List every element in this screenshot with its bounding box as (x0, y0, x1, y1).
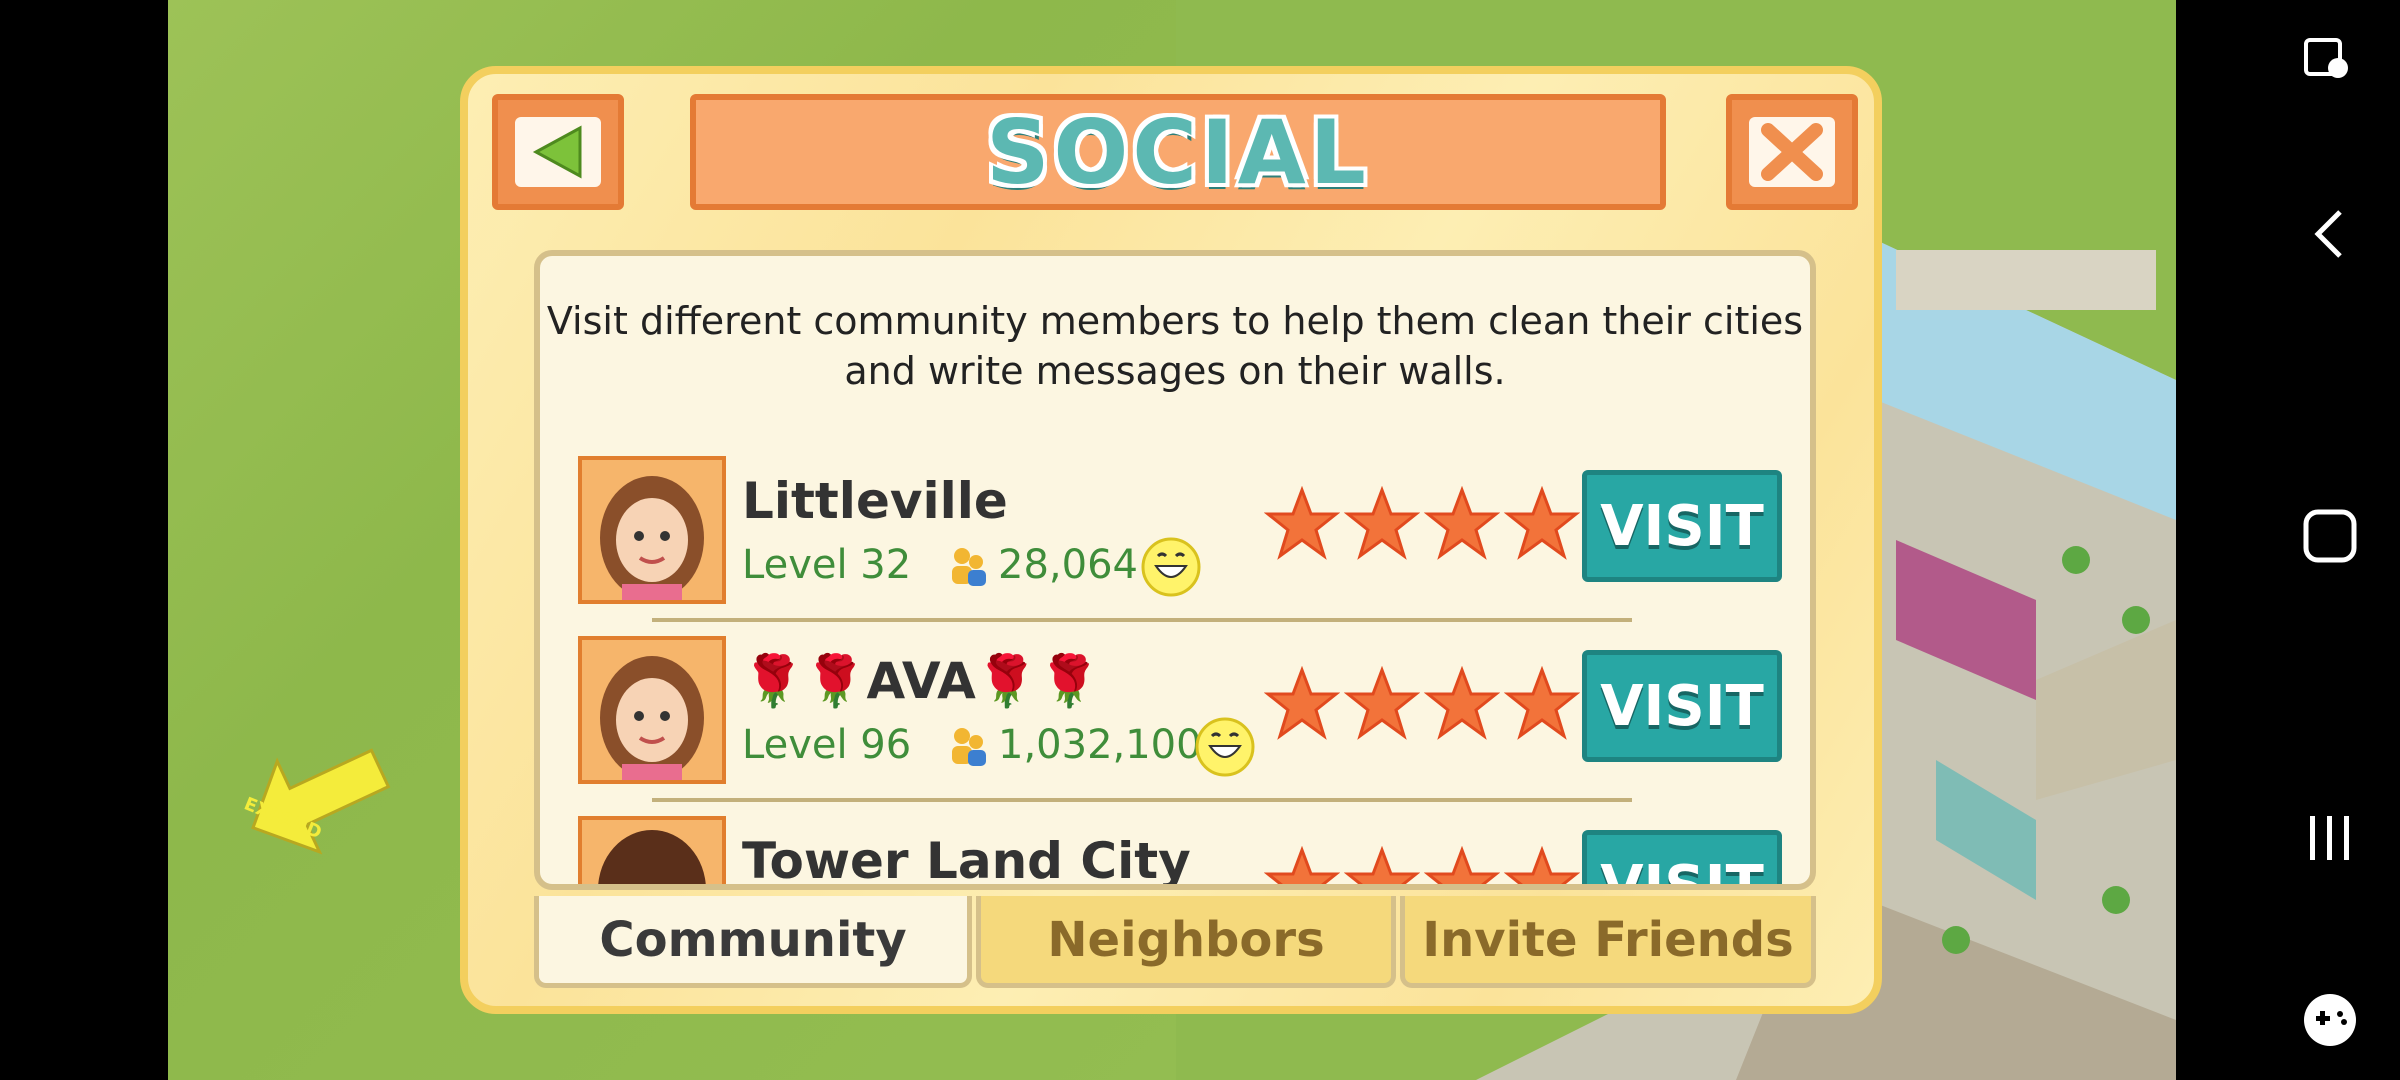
list-item: 🌹🌹AVA🌹🌹 Level 96 1,032,100 VISIT (578, 636, 1788, 786)
star-icon (1344, 666, 1420, 740)
home-square-icon (2303, 509, 2357, 563)
gamepad-icon (2304, 994, 2356, 1046)
star-icon (1504, 846, 1580, 884)
touch-hand-icon (2304, 38, 2348, 78)
dialog-title: SOCIAL (986, 100, 1370, 204)
close-button[interactable] (1726, 94, 1858, 210)
member-population: 1,032,100 (998, 722, 1202, 768)
back-arrow-icon (532, 125, 582, 179)
avatar (578, 816, 726, 884)
list-item: Littleville Level 32 28,064 VISIT (578, 456, 1788, 606)
visit-button[interactable]: VISIT (1582, 650, 1782, 762)
rating-stars (1264, 846, 1580, 884)
panel-description: Visit different community members to hel… (546, 299, 1804, 393)
avatar-girl-icon (582, 640, 722, 780)
avatar-person-icon (582, 820, 722, 884)
member-population: 28,064 (998, 542, 1138, 588)
tab-community[interactable]: Community (534, 896, 972, 988)
avatar-girl-icon (582, 460, 722, 600)
star-icon (1264, 486, 1340, 560)
star-icon (1504, 486, 1580, 560)
star-icon (1344, 486, 1420, 560)
member-name: 🌹🌹AVA🌹🌹 (742, 652, 1101, 710)
member-name: Littleville (742, 472, 1008, 530)
visit-button[interactable]: VISIT (1582, 470, 1782, 582)
visit-button[interactable]: VISIT (1582, 830, 1782, 884)
avatar (578, 456, 726, 604)
member-name: Tower Land City (742, 832, 1191, 890)
screenshot-touch-button[interactable] (2290, 20, 2370, 100)
population-icon (952, 548, 986, 586)
tab-invite-friends[interactable]: Invite Friends (1400, 896, 1816, 988)
tab-neighbors[interactable]: Neighbors (976, 896, 1396, 988)
member-level: Level 32 (742, 542, 912, 588)
rating-stars (1264, 486, 1580, 562)
star-icon (1344, 846, 1420, 884)
star-icon (1264, 846, 1340, 884)
star-icon (1264, 666, 1340, 740)
list-item: Tower Land City VISIT (578, 816, 1788, 890)
back-button[interactable] (492, 94, 624, 210)
chevron-left-icon (2314, 210, 2342, 258)
rating-stars (1264, 666, 1580, 742)
social-dialog: SOCIAL Visit different community members… (460, 66, 1882, 1014)
back-nav-button[interactable] (2290, 194, 2370, 274)
community-list-panel[interactable]: Visit different community members to hel… (534, 250, 1816, 890)
tab-bar: Community Neighbors Invite Friends (534, 896, 1816, 988)
star-icon (1424, 666, 1500, 740)
arrow-down-left-icon (251, 748, 391, 855)
star-icon (1424, 486, 1500, 560)
member-level: Level 96 (742, 722, 912, 768)
row-divider (652, 618, 1632, 622)
game-tools-button[interactable] (2290, 980, 2370, 1060)
population-icon (952, 728, 986, 766)
title-bar: SOCIAL (690, 94, 1666, 210)
happy-face-icon (1141, 537, 1201, 597)
star-icon (1504, 666, 1580, 740)
recents-nav-button[interactable] (2290, 798, 2370, 878)
avatar (578, 636, 726, 784)
close-x-icon (1761, 123, 1823, 181)
star-icon (1424, 846, 1500, 884)
expand-arrow[interactable]: EXPAND (236, 736, 406, 856)
happy-face-icon (1195, 717, 1255, 777)
home-nav-button[interactable] (2290, 496, 2370, 576)
recents-icon (2310, 816, 2349, 860)
row-divider (652, 798, 1632, 802)
